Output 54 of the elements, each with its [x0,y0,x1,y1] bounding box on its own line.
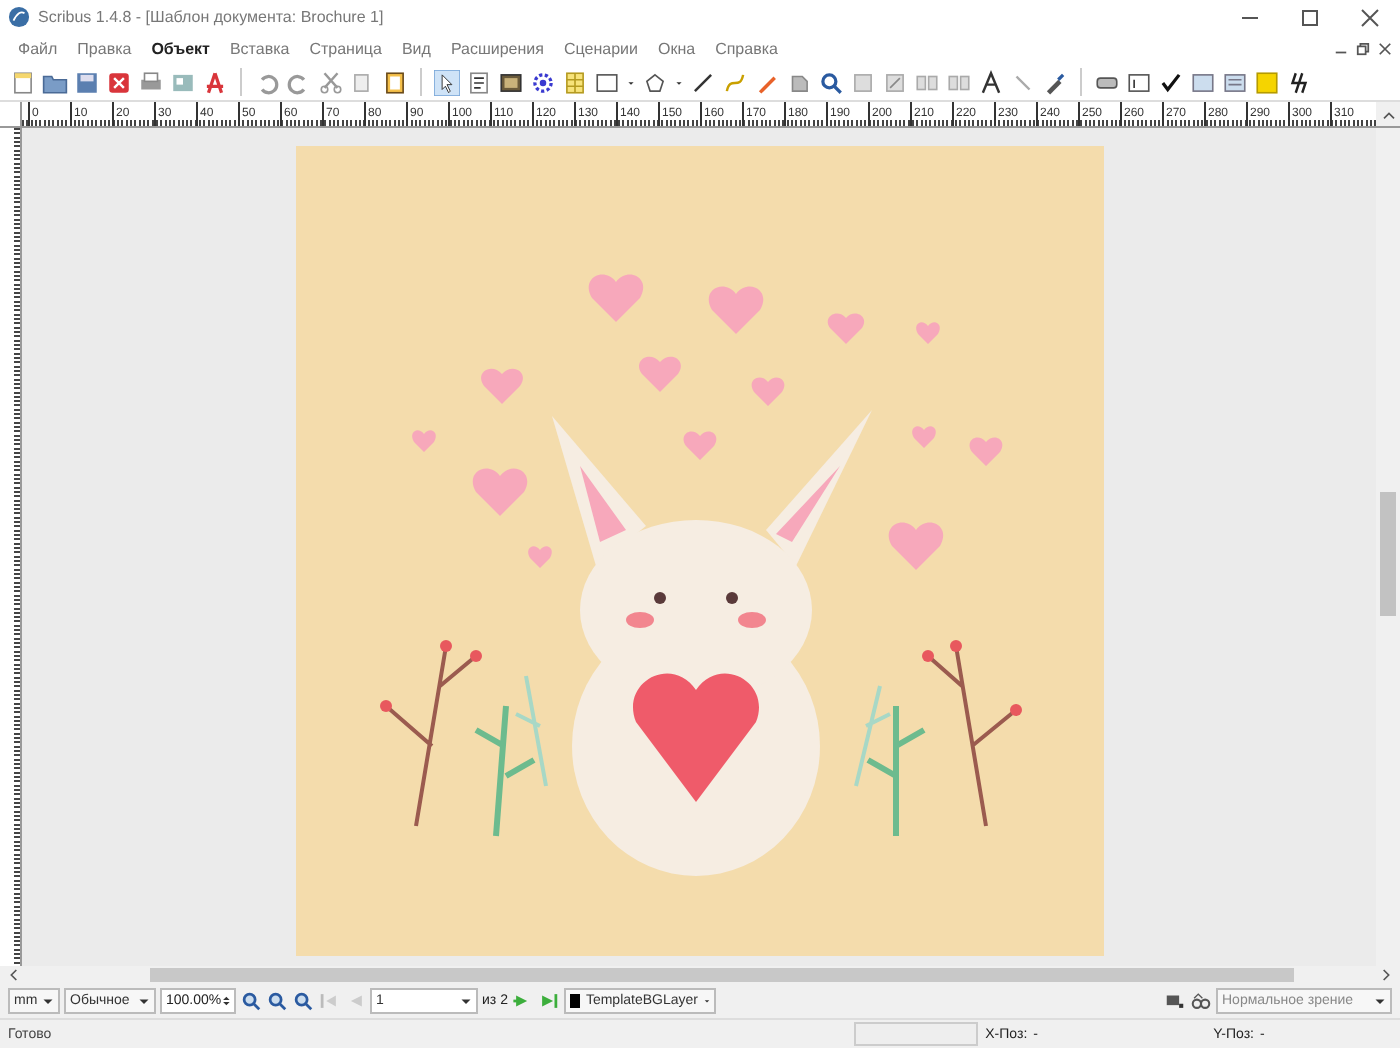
list-box-icon[interactable] [1222,69,1248,95]
menu-item[interactable]: Страница [299,38,392,60]
menu-item[interactable]: Окна [647,38,706,60]
scrollbar-thumb[interactable] [1380,492,1396,616]
scrollbar-thumb[interactable] [150,968,1294,982]
link-annotation-icon[interactable] [1286,69,1312,95]
caret-icon [460,994,472,1008]
glasses-icon[interactable] [1190,990,1212,1012]
caret-icon [1374,994,1386,1008]
zoom-out-icon[interactable] [240,990,262,1012]
pdf-icon[interactable] [202,69,228,95]
spin-arrows-icon[interactable] [221,994,230,1008]
rectangle-icon[interactable] [594,69,620,95]
menu-item[interactable]: Файл [8,38,68,60]
search-icon[interactable] [818,69,844,95]
new-document-icon[interactable] [10,69,36,95]
scroll-up-icon[interactable] [1381,109,1395,119]
eyedropper-icon[interactable] [1042,69,1068,95]
window-title: Scribus 1.4.8 - [Шаблон документа: Brochure 1] [38,8,386,26]
scissors-icon[interactable] [318,69,344,95]
image-frame-icon[interactable] [498,69,524,95]
caret-icon [138,994,150,1008]
menu-item[interactable]: Правка [67,38,142,60]
menu-item[interactable]: Вставка [219,38,300,60]
checkbox-icon[interactable] [1158,69,1184,95]
maximize-icon[interactable] [1300,7,1320,27]
menu-item[interactable]: Вид [391,38,441,60]
menu-item[interactable]: Справка [705,38,788,60]
app-logo-icon [8,6,30,28]
save-icon[interactable] [74,69,100,95]
last-page-icon[interactable] [537,990,560,1012]
gear-icon[interactable] [530,69,556,95]
close-document-icon[interactable] [106,69,132,95]
line-icon[interactable] [690,69,716,95]
scroll-left-icon[interactable] [8,968,18,982]
close-icon[interactable] [1360,7,1380,27]
restore-icon[interactable] [1356,42,1370,56]
combo-box-icon[interactable] [1190,69,1216,95]
scroll-right-icon[interactable] [1382,968,1392,982]
close-icon[interactable] [1378,42,1392,56]
text-frame-icon[interactable] [466,69,492,95]
text-field-icon[interactable] [1126,69,1152,95]
paste-icon[interactable] [382,69,408,95]
color-management-icon[interactable] [1164,990,1186,1012]
print-icon[interactable] [138,69,164,95]
menu-item[interactable]: Расширения [440,38,554,60]
menu-item[interactable]: Объект [141,38,220,60]
caret-icon [42,994,54,1008]
polygon-icon[interactable] [642,69,668,95]
zoom-reset-icon[interactable] [266,990,288,1012]
zoom-in-icon[interactable] [292,990,314,1012]
pointer-icon[interactable] [434,69,460,95]
menu-item[interactable]: Сценарии [553,38,648,60]
layer-color-icon [569,994,580,1008]
